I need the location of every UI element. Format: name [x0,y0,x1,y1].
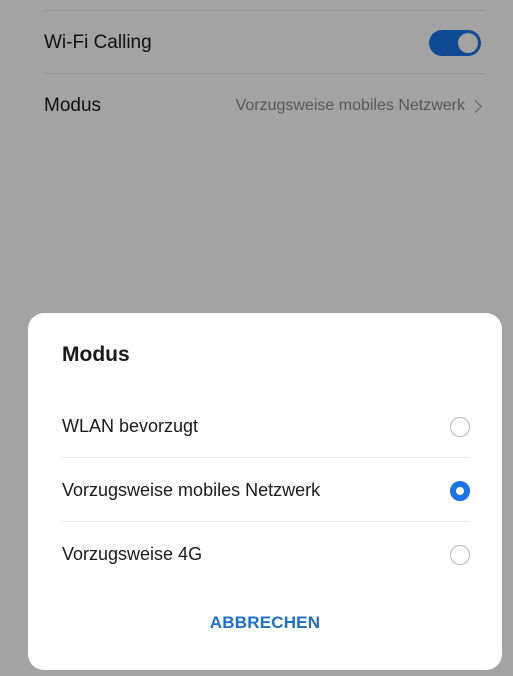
option-wlan-preferred[interactable]: WLAN bevorzugt [62,395,470,458]
cancel-button[interactable]: ABBRECHEN [28,613,502,633]
radio-unchecked-icon[interactable] [450,416,470,437]
option-label: Vorzugsweise 4G [62,544,203,564]
option-label: Vorzugsweise mobiles Netzwerk [62,480,321,500]
mode-dialog: Modus WLAN bevorzugt Vorzugsweise mobile… [28,313,502,670]
divider [62,457,470,458]
screen: Wi-Fi Calling Modus Vorzugsweise mobiles… [0,0,513,676]
option-mobile-network-preferred[interactable]: Vorzugsweise mobiles Netzwerk [62,459,470,522]
option-4g-preferred[interactable]: Vorzugsweise 4G [62,523,470,586]
divider [62,521,470,522]
option-label: WLAN bevorzugt [62,416,199,436]
dialog-title: Modus [62,343,130,366]
radio-checked-icon[interactable] [450,480,470,501]
radio-unchecked-icon[interactable] [450,544,470,565]
